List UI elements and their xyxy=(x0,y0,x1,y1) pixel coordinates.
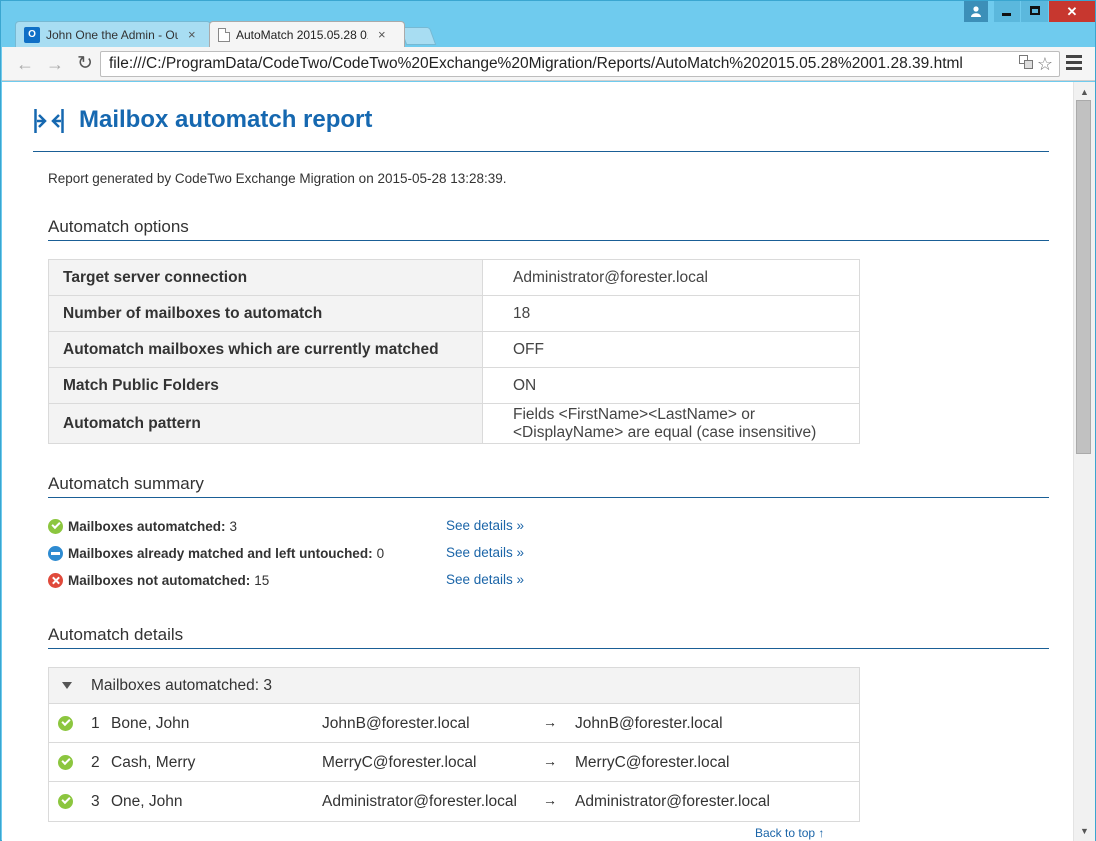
tab-automatch-report[interactable]: AutoMatch 2015.05.28 01 × xyxy=(209,21,405,47)
section-heading-options: Automatch options xyxy=(48,217,1049,241)
arrow-right-icon: → xyxy=(543,792,557,808)
translate-icon[interactable] xyxy=(1019,55,1033,72)
row-number: 3 xyxy=(91,793,100,810)
arrow-right-icon: → xyxy=(543,753,557,769)
summary-item-not-automatched: Mailboxes not automatched: 15 xyxy=(48,571,269,589)
new-tab-button[interactable] xyxy=(399,27,437,45)
tab-strip: O John One the Admin - Ou × AutoMatch 20… xyxy=(1,1,1096,47)
source-mailbox: JohnB@forester.local xyxy=(322,715,470,732)
scrollbar-thumb[interactable] xyxy=(1076,100,1091,454)
summary-count: 0 xyxy=(376,545,385,561)
source-mailbox: Administrator@forester.local xyxy=(322,793,517,810)
page-icon xyxy=(218,27,230,42)
option-value: ON xyxy=(482,367,860,404)
forward-arrow-icon[interactable]: → xyxy=(44,53,66,75)
mailbox-name: One, John xyxy=(111,793,183,810)
see-details-link-not-automatched[interactable]: See details » xyxy=(446,572,524,587)
section-heading-summary: Automatch summary xyxy=(48,474,1049,498)
browser-toolbar: ← → ↻ file:///C:/ProgramData/CodeTwo/Cod… xyxy=(2,47,1095,81)
table-row: 2 Cash, Merry MerryC@forester.local → Me… xyxy=(49,743,859,782)
collapse-triangle-icon[interactable] xyxy=(62,682,72,689)
option-key: Target server connection xyxy=(48,259,483,296)
details-group: Mailboxes automatched: 3 1 Bone, John Jo… xyxy=(48,667,860,822)
row-number: 1 xyxy=(91,715,100,732)
option-value-line: Fields <FirstName><LastName> or xyxy=(513,405,756,423)
mailbox-name: Bone, John xyxy=(111,715,190,732)
summary-label: Mailboxes not automatched: xyxy=(68,572,251,588)
table-row: 3 One, John Administrator@forester.local… xyxy=(49,782,859,821)
option-key: Automatch pattern xyxy=(48,403,483,444)
details-group-header[interactable]: Mailboxes automatched: 3 xyxy=(49,668,859,704)
options-row: Automatch mailboxes which are currently … xyxy=(48,331,860,368)
reload-icon[interactable]: ↻ xyxy=(74,53,96,75)
tab-close-icon[interactable]: × xyxy=(378,22,386,47)
target-mailbox: MerryC@forester.local xyxy=(575,754,730,771)
minus-circle-icon xyxy=(48,545,63,561)
summary-label: Mailboxes automatched: xyxy=(68,518,226,534)
table-row: 1 Bone, John JohnB@forester.local → John… xyxy=(49,704,859,743)
check-circle-icon xyxy=(48,518,63,534)
back-arrow-icon[interactable]: ← xyxy=(14,53,36,75)
summary-item-automatched: Mailboxes automatched: 3 xyxy=(48,517,237,535)
error-circle-icon xyxy=(48,572,63,588)
summary-item-untouched: Mailboxes already matched and left untou… xyxy=(48,544,384,562)
options-row: Match Public Folders ON xyxy=(48,367,860,404)
codetwo-logo-icon xyxy=(34,109,64,133)
address-bar[interactable]: file:///C:/ProgramData/CodeTwo/CodeTwo%2… xyxy=(100,51,1060,77)
options-table: Target server connection Administrator@f… xyxy=(48,259,860,444)
bookmark-star-icon[interactable]: ☆ xyxy=(1037,53,1053,75)
minimize-icon xyxy=(1002,13,1011,16)
options-row: Automatch pattern Fields <FirstName><Las… xyxy=(48,403,860,444)
minimize-button[interactable] xyxy=(994,1,1020,22)
tab-close-icon[interactable]: × xyxy=(188,22,196,47)
source-mailbox: MerryC@forester.local xyxy=(322,754,477,771)
tab-title: John One the Admin - Ou xyxy=(46,27,178,42)
menu-icon[interactable] xyxy=(1066,55,1082,71)
check-circle-icon xyxy=(58,755,73,770)
summary-count: 3 xyxy=(229,518,238,534)
row-number: 2 xyxy=(91,754,100,771)
option-key: Automatch mailboxes which are currently … xyxy=(48,331,483,368)
vertical-scrollbar[interactable]: ▲ ▼ xyxy=(1073,82,1095,841)
section-heading-details: Automatch details xyxy=(48,625,1049,649)
tab-title: AutoMatch 2015.05.28 01 xyxy=(236,27,368,42)
summary-label: Mailboxes already matched and left untou… xyxy=(68,545,373,561)
target-mailbox: JohnB@forester.local xyxy=(575,715,723,732)
option-value: OFF xyxy=(482,331,860,368)
option-value-line: <DisplayName> are equal (case insensitiv… xyxy=(513,423,817,441)
details-group-label: Mailboxes automatched: 3 xyxy=(91,676,272,694)
option-value: Fields <FirstName><LastName> or <Display… xyxy=(482,403,860,444)
maximize-icon xyxy=(1030,6,1040,15)
scroll-up-icon[interactable]: ▲ xyxy=(1074,84,1095,100)
page-viewport: Mailbox automatch report Report generate… xyxy=(2,82,1073,841)
options-row: Target server connection Administrator@f… xyxy=(48,259,860,296)
check-circle-icon xyxy=(58,794,73,809)
user-profile-icon[interactable] xyxy=(964,1,988,22)
mailbox-name: Cash, Merry xyxy=(111,754,196,771)
browser-window: O John One the Admin - Ou × AutoMatch 20… xyxy=(0,0,1096,841)
report-generated-text: Report generated by CodeTwo Exchange Mig… xyxy=(48,171,507,186)
target-mailbox: Administrator@forester.local xyxy=(575,793,770,810)
option-value: 18 xyxy=(482,295,860,332)
report-header: Mailbox automatch report xyxy=(33,104,1049,152)
window-close-button[interactable]: ✕ xyxy=(1049,1,1095,22)
option-key: Number of mailboxes to automatch xyxy=(48,295,483,332)
tab-outlook[interactable]: O John One the Admin - Ou × xyxy=(15,21,211,47)
back-to-top-link[interactable]: Back to top ↑ xyxy=(755,826,824,840)
report-title: Mailbox automatch report xyxy=(79,106,373,133)
option-value: Administrator@forester.local xyxy=(482,259,860,296)
summary-count: 15 xyxy=(254,572,270,588)
url-text[interactable]: file:///C:/ProgramData/CodeTwo/CodeTwo%2… xyxy=(109,52,1009,76)
see-details-link-automatched[interactable]: See details » xyxy=(446,518,524,533)
check-circle-icon xyxy=(58,716,73,731)
outlook-icon: O xyxy=(24,26,40,43)
maximize-button[interactable] xyxy=(1021,1,1048,22)
scroll-down-icon[interactable]: ▼ xyxy=(1074,823,1095,839)
see-details-link-untouched[interactable]: See details » xyxy=(446,545,524,560)
option-key: Match Public Folders xyxy=(48,367,483,404)
arrow-right-icon: → xyxy=(543,714,557,730)
options-row: Number of mailboxes to automatch 18 xyxy=(48,295,860,332)
